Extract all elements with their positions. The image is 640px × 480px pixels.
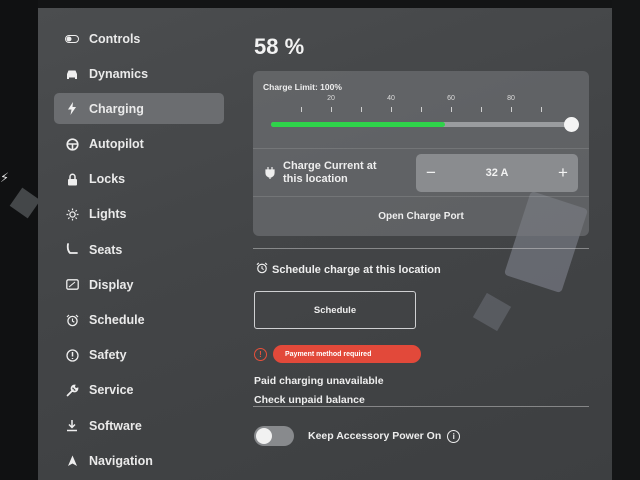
car-icon [64,67,80,81]
battery-level-fill [271,122,445,127]
slider-tick-mark [451,107,452,112]
charge-current-label: Charge Current at this location [283,160,377,185]
sidebar-item-label: Charging [89,101,144,116]
bolt-icon: ⚡ [0,170,10,185]
charge-current-stepper: − 32 A + [416,154,578,192]
sidebar-item-label: Autopilot [89,137,144,152]
sidebar-item-lights[interactable]: Lights [54,199,224,230]
slider-tick-label: 20 [327,95,335,102]
accessory-power-label: Keep Accessory Power On [308,430,442,442]
sun-icon [64,207,80,221]
seat-icon [64,243,80,257]
sidebar-item-service[interactable]: Service [54,375,224,406]
download-icon [64,419,80,433]
slider-tick-label: 80 [507,95,515,102]
sidebar-item-label: Service [89,383,134,398]
sidebar-item-label: Schedule [89,313,145,327]
settings-screen: Controls Dynamics Charging Autopilot Loc… [38,8,612,480]
screen-bezel-left: ⚡ [0,0,41,480]
sidebar-item-locks[interactable]: Locks [54,164,224,195]
charge-limit-slider-handle[interactable] [564,117,579,132]
open-charge-port-button[interactable]: Open Charge Port [253,196,589,236]
accessory-power-row: Keep Accessory Power On i [254,426,461,446]
sidebar-item-display[interactable]: Display [54,269,224,300]
slider-tick-mark [301,107,302,112]
paid-charging-status: Paid charging unavailable [254,375,384,387]
slider-tick-mark [481,107,482,112]
charge-limit-ticks: 20 40 60 80 [271,95,571,117]
plug-icon [265,167,275,182]
charge-card: Charge Limit: 100% 20 40 60 80 Charge Curre… [253,71,589,236]
sidebar-item-label: Software [89,418,142,433]
schedule-section-title: Schedule charge at this location [256,262,441,277]
charge-limit-label: Charge Limit: 100% [263,82,342,92]
sidebar-item-label: Lights [89,207,127,222]
increase-current-button[interactable]: + [548,163,578,183]
slider-tick-mark [391,107,392,112]
sidebar-item-label: Locks [89,172,126,187]
charge-current-value: 32 A [485,167,509,179]
sidebar-item-label: Display [89,277,134,292]
sidebar-item-controls[interactable]: Controls [54,23,224,54]
info-circle-icon [64,348,80,362]
sidebar-item-safety[interactable]: Safety [54,340,224,371]
display-icon [64,278,80,292]
sidebar-item-navigation[interactable]: Navigation [54,445,224,476]
slider-tick-mark [541,107,542,112]
wrench-icon [64,383,80,397]
lock-icon [64,172,80,186]
payment-warning-row: ! Payment method required [254,345,421,363]
sidebar-item-label: Dynamics [89,66,149,81]
slider-tick-mark [331,107,332,112]
sidebar-item-software[interactable]: Software [54,410,224,441]
warning-icon: ! [254,347,267,361]
charge-current-row: Charge Current at this location − 32 A + [253,148,589,194]
info-icon[interactable]: i [447,429,461,443]
bolt-icon [64,102,80,116]
section-divider [253,406,589,407]
section-divider [253,248,589,249]
steering-wheel-icon [64,137,80,151]
sidebar-item-dynamics[interactable]: Dynamics [54,58,224,89]
toggle-icon [64,32,80,46]
sidebar-item-schedule[interactable]: Schedule [54,305,224,336]
sidebar-item-autopilot[interactable]: Autopilot [54,129,224,160]
sidebar-item-label: Seats [89,242,123,257]
check-unpaid-balance-link[interactable]: Check unpaid balance [254,394,365,406]
charging-panel: 58 % Charge Limit: 100% 20 40 60 80 Charge … [252,8,592,480]
screen-bezel-top [0,0,640,8]
sidebar-item-charging[interactable]: Charging [54,93,224,125]
accessory-power-toggle[interactable] [254,426,294,446]
sidebar-item-label: Navigation [89,453,153,468]
slider-tick-mark [421,107,422,112]
navigation-arrow-icon [64,454,80,468]
payment-required-badge[interactable]: Payment method required [273,345,421,363]
glare-reflection [9,187,41,219]
slider-tick-label: 40 [387,95,395,102]
screen-bezel-right [612,0,640,480]
alarm-clock-icon [256,262,268,277]
sidebar-item-seats[interactable]: Seats [54,234,224,265]
sidebar-item-label: Controls [89,31,141,46]
slider-tick-mark [511,107,512,112]
schedule-title-text: Schedule charge at this location [272,263,441,276]
battery-percentage: 58 % [254,34,305,59]
settings-sidebar: Controls Dynamics Charging Autopilot Loc… [54,23,224,480]
charge-limit-slider[interactable] [271,117,579,132]
decrease-current-button[interactable]: − [416,163,446,183]
toggle-knob [256,428,272,444]
sidebar-item-label: Safety [89,348,127,363]
alarm-clock-icon [64,313,80,327]
slider-tick-label: 60 [447,95,455,102]
schedule-button[interactable]: Schedule [254,291,416,329]
slider-tick-mark [361,107,362,112]
